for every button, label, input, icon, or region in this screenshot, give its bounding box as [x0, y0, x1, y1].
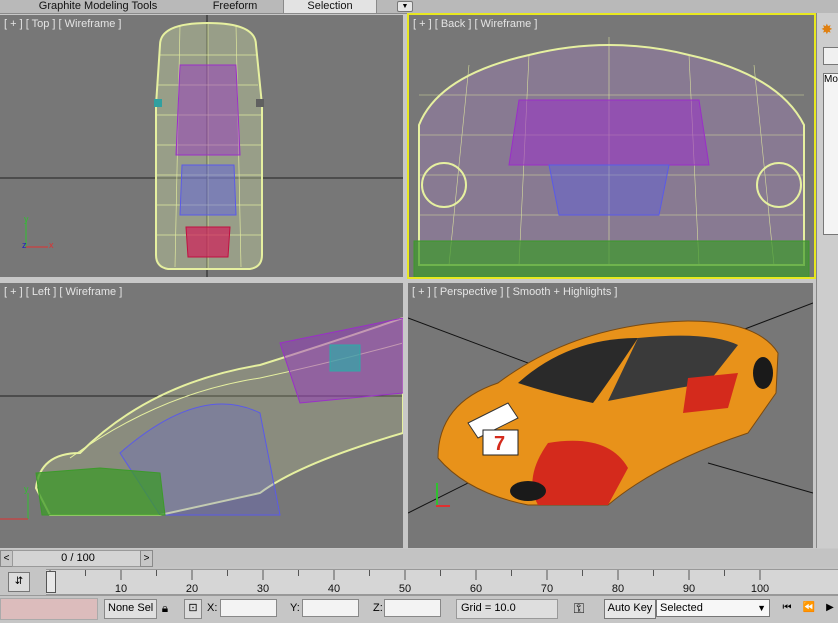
track-tick-label: 80	[611, 583, 625, 595]
ribbon-dropdown-button[interactable]: ▼	[397, 1, 413, 12]
x-field[interactable]	[220, 599, 277, 617]
selection-status: None Sel	[104, 599, 157, 619]
track-bar-ticks	[49, 570, 761, 580]
track-tick-label: 50	[398, 583, 412, 595]
key-filter-value: Selected	[660, 602, 703, 614]
auto-key-button[interactable]: Auto Key	[604, 599, 656, 619]
key-filter-dropdown[interactable]: Selected ▼	[656, 599, 770, 617]
sun-icon[interactable]: ✸	[821, 21, 833, 38]
play-icon[interactable]: ▶	[822, 599, 838, 617]
command-panel-list-text: Mo	[824, 74, 838, 85]
track-tick-label: 40	[327, 583, 341, 595]
command-panel-list[interactable]: Mo	[823, 73, 838, 235]
viewport-back[interactable]: [ + ] [ Back ] [ Wireframe ]	[407, 13, 816, 279]
track-bar[interactable]: 10 20 30 40 50 60 70 80 90 100	[46, 569, 838, 595]
viewport-perspective[interactable]: 7 [ + ] [ Perspective ] [ Smooth + Highl…	[408, 283, 813, 548]
z-label: Z:	[373, 602, 383, 614]
maxscript-listener[interactable]	[0, 598, 98, 620]
previous-frame-icon[interactable]: ⏪	[800, 599, 818, 617]
y-label: Y:	[290, 602, 300, 614]
chevron-down-icon: ▼	[757, 603, 766, 613]
time-slider[interactable]: 0 / 100	[12, 550, 144, 567]
svg-text:7: 7	[494, 433, 505, 455]
y-field[interactable]	[302, 599, 359, 617]
axis-x-label: x	[49, 240, 54, 250]
command-panel[interactable]: ✸ Mo	[816, 13, 838, 548]
absolute-mode-icon[interactable]: ⊡	[184, 599, 202, 619]
viewport-left-label[interactable]: [ + ] [ Left ] [ Wireframe ]	[4, 286, 122, 298]
command-panel-field[interactable]	[823, 47, 838, 65]
track-tick-label: 60	[469, 583, 483, 595]
track-tick-label: 20	[185, 583, 199, 595]
viewport-perspective-label[interactable]: [ + ] [ Perspective ] [ Smooth + Highlig…	[412, 286, 617, 298]
left-wireframe-render	[0, 316, 403, 520]
go-to-start-icon[interactable]: ⏮	[778, 599, 796, 617]
track-tick-label: 30	[256, 583, 270, 595]
track-tick-label: 100	[750, 583, 770, 595]
key-icon[interactable]: ⚿	[566, 599, 592, 617]
viewport-top-label[interactable]: [ + ] [ Top ] [ Wireframe ]	[4, 18, 121, 30]
track-tick-label: 70	[540, 583, 554, 595]
axis-y-label: y	[24, 214, 29, 224]
tab-selection[interactable]: Selection	[283, 0, 377, 13]
back-wireframe-render	[413, 37, 810, 277]
x-label: X:	[207, 602, 218, 614]
viewport-top[interactable]: [ + ] [ Top ] [ Wireframe ] y z x	[0, 15, 403, 277]
tab-graphite-modeling-tools[interactable]: Graphite Modeling Tools	[18, 0, 178, 13]
top-wireframe-render	[0, 15, 403, 277]
z-field[interactable]	[384, 599, 441, 617]
ribbon-bar: Graphite Modeling Tools Freeform Selecti…	[0, 0, 838, 14]
axis-z-label: z	[22, 240, 27, 250]
perspective-car-render: 7	[408, 302, 813, 514]
time-next-button[interactable]: >	[140, 550, 153, 567]
grid-display: Grid = 10.0	[456, 599, 558, 619]
viewport-left[interactable]: [ + ] [ Left ] [ Wireframe ] y	[0, 283, 403, 548]
viewport-back-label[interactable]: [ + ] [ Back ] [ Wireframe ]	[413, 18, 537, 30]
lock-icon[interactable]: 🔒︎	[158, 599, 172, 617]
track-tick-label: 90	[682, 583, 696, 595]
time-handle[interactable]	[46, 571, 56, 593]
tab-freeform[interactable]: Freeform	[190, 0, 280, 13]
track-tick-label: 10	[114, 583, 128, 595]
curve-editor-icon[interactable]: ⇵	[8, 572, 30, 592]
axis-y-label-left: y	[24, 484, 29, 494]
